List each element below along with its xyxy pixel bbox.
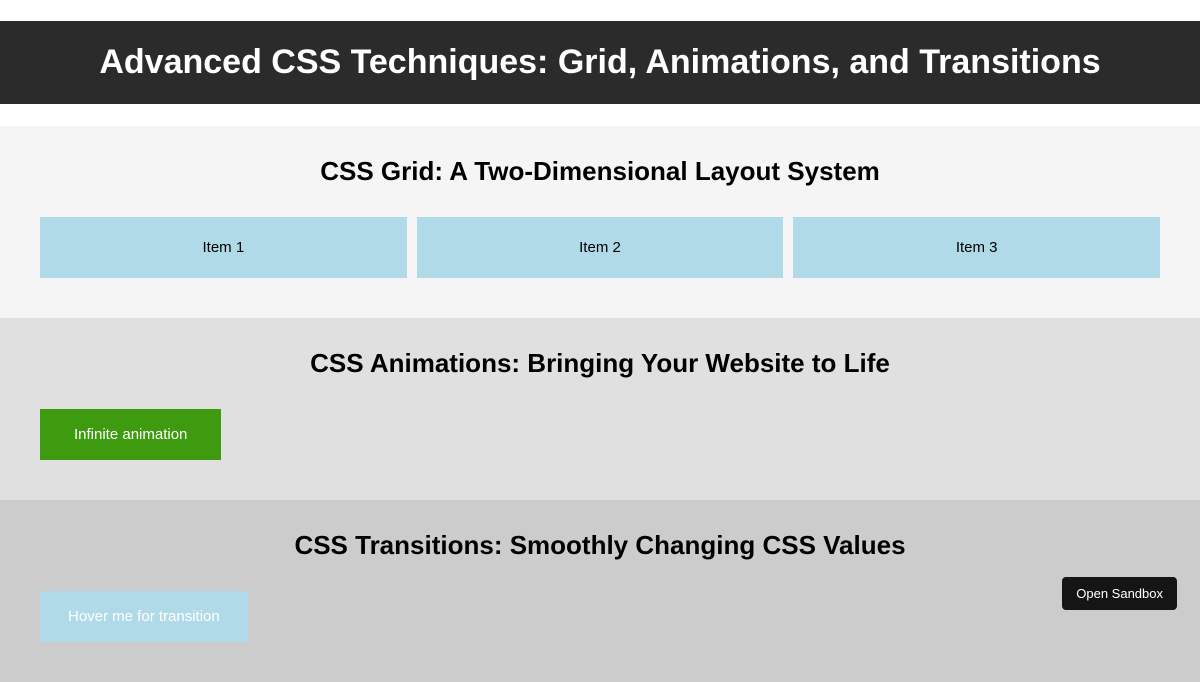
grid-item: Item 3 — [793, 217, 1160, 278]
page-title: Advanced CSS Techniques: Grid, Animation… — [0, 43, 1200, 82]
section-grid-title: CSS Grid: A Two-Dimensional Layout Syste… — [40, 156, 1160, 187]
page-header: Advanced CSS Techniques: Grid, Animation… — [0, 21, 1200, 104]
transition-box[interactable]: Hover me for transition — [40, 591, 248, 642]
section-transitions: CSS Transitions: Smoothly Changing CSS V… — [0, 500, 1200, 682]
section-animations-title: CSS Animations: Bringing Your Website to… — [40, 348, 1160, 379]
grid-item: Item 1 — [40, 217, 407, 278]
section-animations: CSS Animations: Bringing Your Website to… — [0, 318, 1200, 500]
open-sandbox-button[interactable]: Open Sandbox — [1062, 577, 1177, 610]
section-transitions-title: CSS Transitions: Smoothly Changing CSS V… — [40, 530, 1160, 561]
animation-box: Infinite animation — [40, 409, 221, 460]
grid-item: Item 2 — [417, 217, 784, 278]
grid-container: Item 1 Item 2 Item 3 — [40, 217, 1160, 278]
section-grid: CSS Grid: A Two-Dimensional Layout Syste… — [0, 126, 1200, 318]
